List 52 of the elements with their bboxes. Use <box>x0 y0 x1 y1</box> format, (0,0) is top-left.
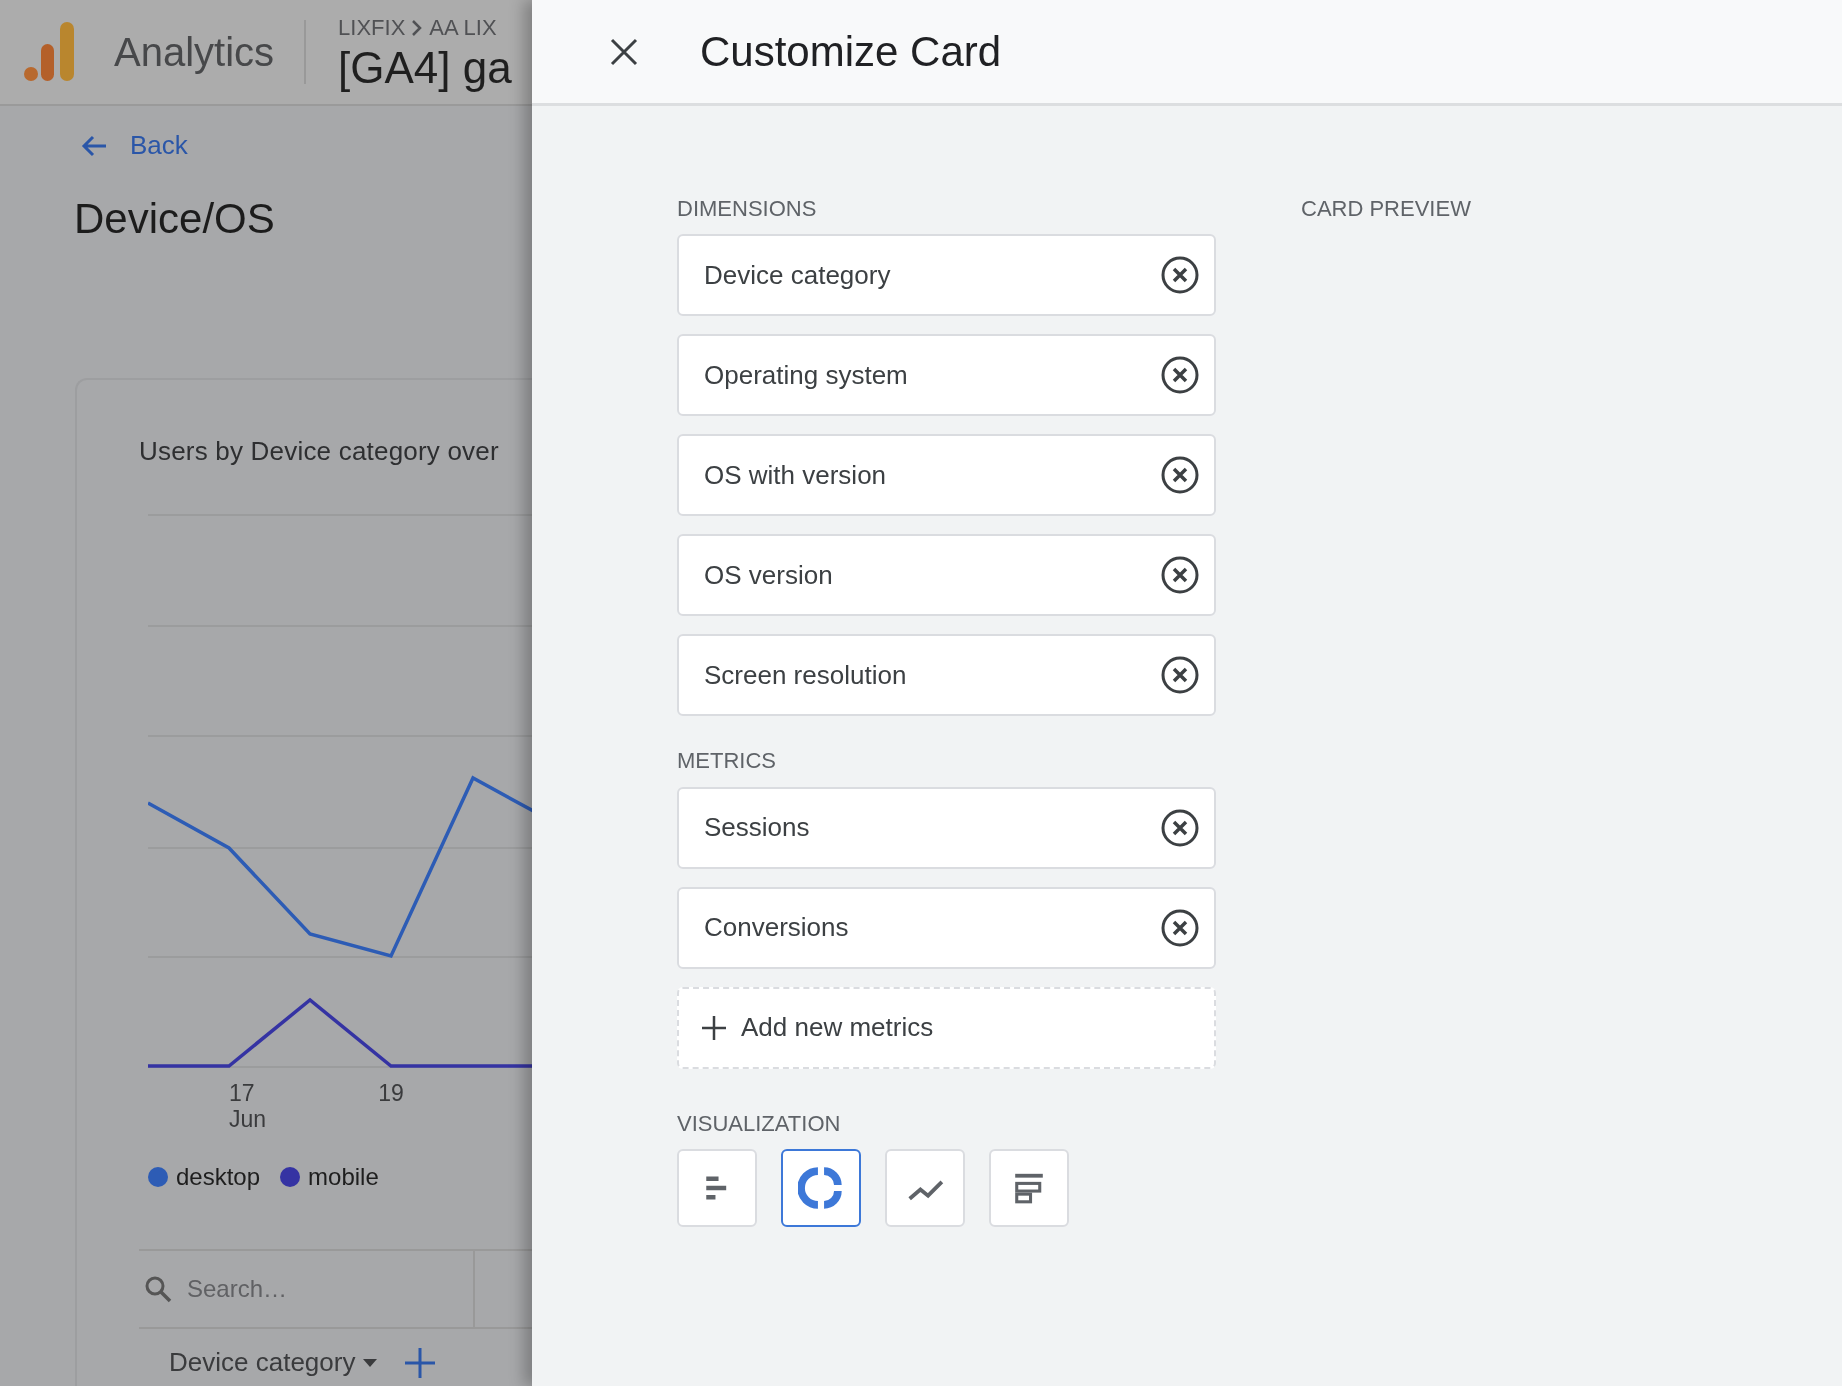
remove-icon <box>1160 807 1200 848</box>
product-name: Analytics <box>114 29 275 76</box>
plus-icon <box>701 1014 727 1041</box>
field-label: OS version <box>704 558 833 592</box>
back-link[interactable]: Back <box>80 126 188 165</box>
remove-icon <box>1160 655 1200 696</box>
remove-button[interactable] <box>1160 807 1200 848</box>
analytics-logo <box>24 22 76 82</box>
add-metrics-button[interactable]: Add new metrics <box>677 986 1216 1069</box>
section-label: METRICS <box>677 748 777 775</box>
caret-icon <box>363 1358 378 1367</box>
remove-icon <box>1160 455 1200 496</box>
remove-button[interactable] <box>1160 455 1200 496</box>
field-label: Screen resolution <box>704 658 907 692</box>
breadcrumb-item[interactable]: LIXFIX <box>338 11 406 45</box>
remove-button[interactable] <box>1160 907 1200 948</box>
legend-label: mobile <box>308 1162 379 1192</box>
remove-icon <box>1160 255 1200 296</box>
dimension-dropdown[interactable]: Device category <box>169 1343 356 1382</box>
field-label: Operating system <box>704 358 908 392</box>
arrow-left-icon <box>80 133 108 158</box>
axis-tick-label: Jun <box>229 1106 267 1132</box>
field-label: Device category <box>704 258 891 292</box>
field-label: OS with version <box>704 458 887 492</box>
axis-tick-label: 17 <box>229 1080 255 1106</box>
panel-title: Customize Card <box>700 27 1002 77</box>
remove-button[interactable] <box>1160 555 1200 596</box>
remove-icon <box>1160 355 1200 396</box>
search-icon <box>143 1274 173 1304</box>
field-label: Conversions <box>704 911 849 945</box>
donut-chart-icon <box>798 1165 844 1212</box>
remove-icon <box>1160 907 1200 948</box>
card-title: Users by Device category over <box>139 435 500 468</box>
plus-icon[interactable] <box>403 1345 438 1380</box>
field-label: Sessions <box>704 811 810 845</box>
remove-button[interactable] <box>1160 255 1200 296</box>
section-label: CARD PREVIEW <box>1301 196 1471 223</box>
remove-button[interactable] <box>1160 655 1200 696</box>
legend-label: desktop <box>176 1162 261 1192</box>
search-field[interactable]: Search… <box>185 1270 445 1308</box>
chevron-right-icon <box>411 18 424 37</box>
breadcrumb-item[interactable]: AA LIX <box>429 11 497 45</box>
remove-button[interactable] <box>1160 355 1200 396</box>
section-label: VISUALIZATION <box>677 1110 842 1138</box>
page-title: Device/OS <box>74 194 276 244</box>
axis-tick-label: 19 <box>378 1080 404 1106</box>
section-label: DIMENSIONS <box>677 196 818 223</box>
visualization-option[interactable] <box>781 1149 861 1228</box>
remove-icon <box>1160 555 1200 596</box>
close-icon <box>610 37 638 66</box>
property-name[interactable]: [GA4] ga <box>338 44 512 93</box>
close-button[interactable] <box>610 37 638 66</box>
